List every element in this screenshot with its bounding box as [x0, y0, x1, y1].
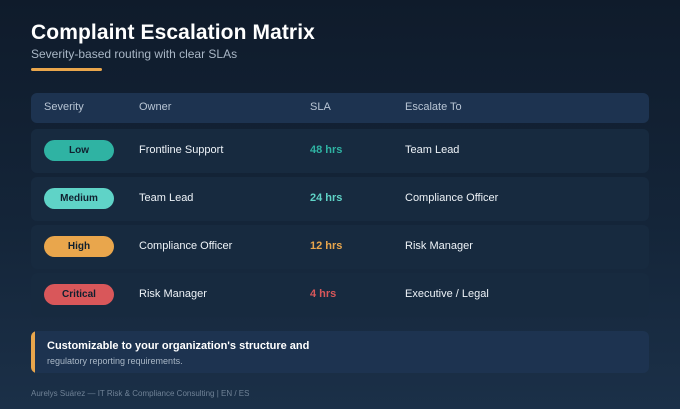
- table-row-medium: Medium Team Lead 24 hrs Compliance Offic…: [31, 177, 649, 221]
- column-header-escalate-to: Escalate To: [405, 101, 462, 113]
- page-subtitle: Severity-based routing with clear SLAs: [31, 47, 238, 61]
- table-row-critical: Critical Risk Manager 4 hrs Executive / …: [31, 273, 649, 317]
- severity-badge-low: Low: [44, 140, 114, 161]
- customization-callout: Customizable to your organization's stru…: [31, 331, 649, 373]
- escalate-to-cell: Executive / Legal: [405, 288, 489, 300]
- severity-badge-medium: Medium: [44, 188, 114, 209]
- table-row-high: High Compliance Officer 12 hrs Risk Mana…: [31, 225, 649, 269]
- owner-cell: Team Lead: [139, 192, 194, 204]
- callout-line-1: Customizable to your organization's stru…: [47, 340, 310, 352]
- column-header-severity: Severity: [44, 101, 84, 113]
- severity-badge-high: High: [44, 236, 114, 257]
- table-row-low: Low Frontline Support 48 hrs Team Lead: [31, 129, 649, 173]
- page-title: Complaint Escalation Matrix: [31, 21, 315, 44]
- table-header: Severity Owner SLA Escalate To: [31, 93, 649, 123]
- escalate-to-cell: Risk Manager: [405, 240, 473, 252]
- owner-cell: Frontline Support: [139, 144, 224, 156]
- sla-cell: 4 hrs: [310, 288, 337, 300]
- footer-credit: Aurelys Suárez — IT Risk & Compliance Co…: [31, 389, 250, 398]
- sla-cell: 48 hrs: [310, 144, 343, 156]
- column-header-owner: Owner: [139, 101, 172, 113]
- callout-line-2: regulatory reporting requirements.: [47, 356, 183, 366]
- sla-cell: 12 hrs: [310, 240, 343, 252]
- owner-cell: Risk Manager: [139, 288, 207, 300]
- callout-accent-bar: [31, 331, 35, 373]
- escalate-to-cell: Team Lead: [405, 144, 460, 156]
- owner-cell: Compliance Officer: [139, 240, 233, 252]
- title-accent-underline: [31, 68, 102, 71]
- column-header-sla: SLA: [310, 101, 331, 113]
- severity-badge-critical: Critical: [44, 284, 114, 305]
- sla-cell: 24 hrs: [310, 192, 343, 204]
- escalate-to-cell: Compliance Officer: [405, 192, 499, 204]
